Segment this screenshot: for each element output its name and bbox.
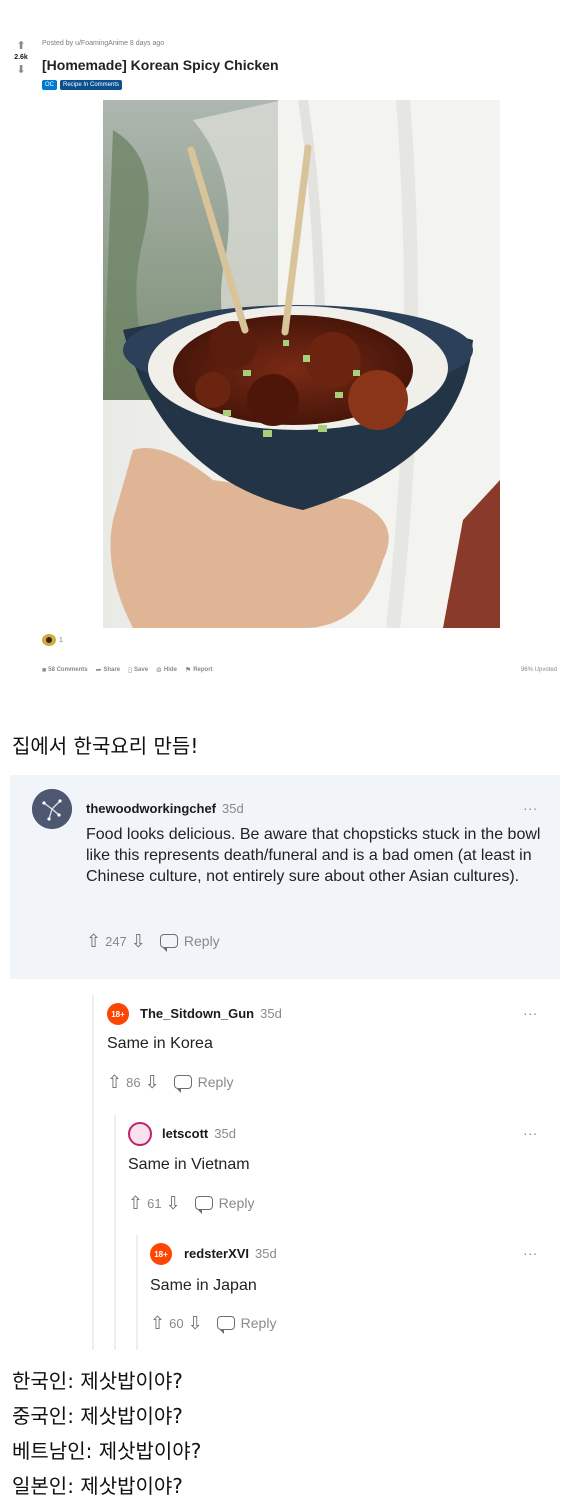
- downvote-icon[interactable]: ⇩: [188, 1314, 203, 1332]
- more-options-icon[interactable]: ...: [523, 1122, 538, 1138]
- post-meta: Posted by u/FoamingAnime 8 days ago: [42, 40, 165, 47]
- post-vote-count: 2.6k: [14, 54, 28, 61]
- comment-age: 35d: [255, 1246, 277, 1261]
- reply-bubble-icon: [194, 1196, 213, 1214]
- reply-button[interactable]: Reply: [194, 1195, 255, 1214]
- save-button[interactable]: ▯ Save: [128, 666, 148, 674]
- award-icon: [42, 634, 56, 646]
- korean-reactions: 한국인: 제삿밥이야? 중국인: 제삿밥이야? 베트남인: 제삿밥이야? 일본인…: [12, 1364, 201, 1504]
- upvote-ratio: 96% Upvoted: [520, 667, 557, 673]
- comment-body: Same in Vietnam: [128, 1156, 250, 1173]
- comment-vote-row: ⇧ 86 ⇩ Reply: [107, 1073, 234, 1093]
- post-action-bar: ■ 58 Comments ➦ Share ▯ Save ⊘ Hide ⚑ Re…: [42, 666, 557, 675]
- comment-body: Same in Japan: [150, 1277, 257, 1294]
- reply-label: Reply: [218, 1195, 255, 1211]
- reply-button[interactable]: Reply: [159, 933, 220, 952]
- hide-button[interactable]: ⊘ Hide: [156, 666, 177, 674]
- comments-label: 58 Comments: [48, 667, 88, 673]
- award-row[interactable]: 1: [42, 634, 63, 646]
- upvote-arrow-icon[interactable]: ⬆: [8, 40, 34, 52]
- reaction-korean: 한국인: 제삿밥이야?: [12, 1369, 183, 1393]
- hide-label: Hide: [163, 667, 177, 673]
- comment-vote-row: ⇧ 61 ⇩ Reply: [128, 1194, 255, 1214]
- downvote-icon[interactable]: ⇩: [131, 932, 146, 950]
- reaction-vietnamese: 베트남인: 제삿밥이야?: [12, 1439, 202, 1463]
- bookmark-icon: ▯: [128, 667, 133, 674]
- reddit-post: ⬆ 2.6k ⬇ Posted by u/FoamingAnime 8 days…: [0, 0, 581, 690]
- comment-score: 60: [169, 1315, 184, 1331]
- thread-line[interactable]: [114, 1115, 116, 1350]
- avatar[interactable]: [128, 1122, 152, 1146]
- avatar[interactable]: [32, 789, 72, 829]
- comment-body: Same in Korea: [107, 1035, 213, 1052]
- reply-bubble-icon: [159, 934, 178, 952]
- comment-age: 35d: [222, 801, 244, 816]
- comment-age: 35d: [214, 1126, 236, 1141]
- comment-header: thewoodworkingchef 35d: [86, 800, 244, 818]
- post-photo[interactable]: [103, 100, 500, 628]
- reply-label: Reply: [197, 1074, 234, 1090]
- comment-icon: ■: [42, 666, 47, 674]
- korean-caption: 집에서 한국요리 만듬!: [12, 734, 199, 758]
- comment-header: The_Sitdown_Gun 35d: [140, 1005, 282, 1023]
- comment-score: 86: [126, 1074, 141, 1090]
- comment-score: 61: [147, 1195, 162, 1211]
- report-label: Report: [193, 667, 213, 673]
- comment-header: letscott 35d: [162, 1125, 236, 1143]
- reply-button[interactable]: Reply: [173, 1074, 234, 1093]
- report-button[interactable]: ⚑ Report: [185, 666, 213, 674]
- award-count: 1: [59, 636, 63, 644]
- comment-score: 247: [105, 933, 127, 949]
- comment-vote-row: ⇧ 60 ⇩ Reply: [150, 1314, 277, 1334]
- flag-icon: ⚑: [184, 667, 192, 674]
- nsfw-avatar[interactable]: 18+: [107, 1003, 129, 1025]
- comment-author[interactable]: thewoodworkingchef: [86, 801, 216, 816]
- more-options-icon[interactable]: ...: [523, 797, 538, 813]
- reply-button[interactable]: Reply: [216, 1315, 277, 1334]
- comment-age: 35d: [260, 1006, 282, 1021]
- reply-label: Reply: [240, 1315, 277, 1331]
- comments-button[interactable]: ■ 58 Comments: [42, 667, 88, 674]
- hide-icon: ⊘: [156, 667, 162, 674]
- reply-bubble-icon: [216, 1316, 235, 1334]
- post-title[interactable]: [Homemade] Korean Spicy Chicken: [42, 57, 279, 73]
- upvote-icon[interactable]: ⇧: [86, 932, 101, 950]
- comment-thewoodworkingchef: thewoodworkingchef 35d ... Food looks del…: [10, 775, 560, 979]
- reaction-chinese: 중국인: 제삿밥이야?: [12, 1404, 183, 1428]
- share-button[interactable]: ➦ Share: [96, 666, 121, 674]
- reply-label: Reply: [183, 933, 220, 949]
- comment-author[interactable]: letscott: [162, 1126, 208, 1141]
- more-options-icon[interactable]: ...: [523, 1002, 538, 1018]
- nsfw-avatar[interactable]: 18+: [150, 1243, 172, 1265]
- more-options-icon[interactable]: ...: [523, 1242, 538, 1258]
- upvote-icon[interactable]: ⇧: [128, 1194, 143, 1212]
- upvote-icon[interactable]: ⇧: [150, 1314, 165, 1332]
- thread-line[interactable]: [92, 995, 94, 1350]
- post-flairs: OC Recipe In Comments: [42, 80, 123, 90]
- reaction-japanese: 일본인: 제삿밥이야?: [12, 1474, 183, 1498]
- comment-author[interactable]: redsterXVI: [184, 1246, 249, 1261]
- comment-author[interactable]: The_Sitdown_Gun: [140, 1006, 254, 1021]
- flair-oc[interactable]: OC: [42, 80, 57, 90]
- comment-header: redsterXVI 35d: [184, 1245, 277, 1263]
- upvote-icon[interactable]: ⇧: [107, 1073, 122, 1091]
- share-label: Share: [103, 667, 121, 673]
- downvote-icon[interactable]: ⇩: [145, 1073, 160, 1091]
- save-label: Save: [134, 667, 149, 673]
- flair-recipe[interactable]: Recipe In Comments: [60, 80, 123, 90]
- constellation-icon: [32, 789, 72, 829]
- downvote-arrow-icon[interactable]: ⬇: [8, 64, 34, 76]
- comment-body: Food looks delicious. Be aware that chop…: [86, 826, 541, 885]
- comment-vote-row: ⇧ 247 ⇩ Reply: [86, 932, 220, 952]
- comment-thread: thewoodworkingchef 35d ... Food looks del…: [10, 775, 560, 1350]
- thread-line[interactable]: [136, 1235, 138, 1350]
- reply-bubble-icon: [173, 1075, 192, 1093]
- share-icon: ➦: [95, 667, 102, 674]
- post-vote-column: ⬆ 2.6k ⬇: [8, 40, 34, 76]
- downvote-icon[interactable]: ⇩: [166, 1194, 181, 1212]
